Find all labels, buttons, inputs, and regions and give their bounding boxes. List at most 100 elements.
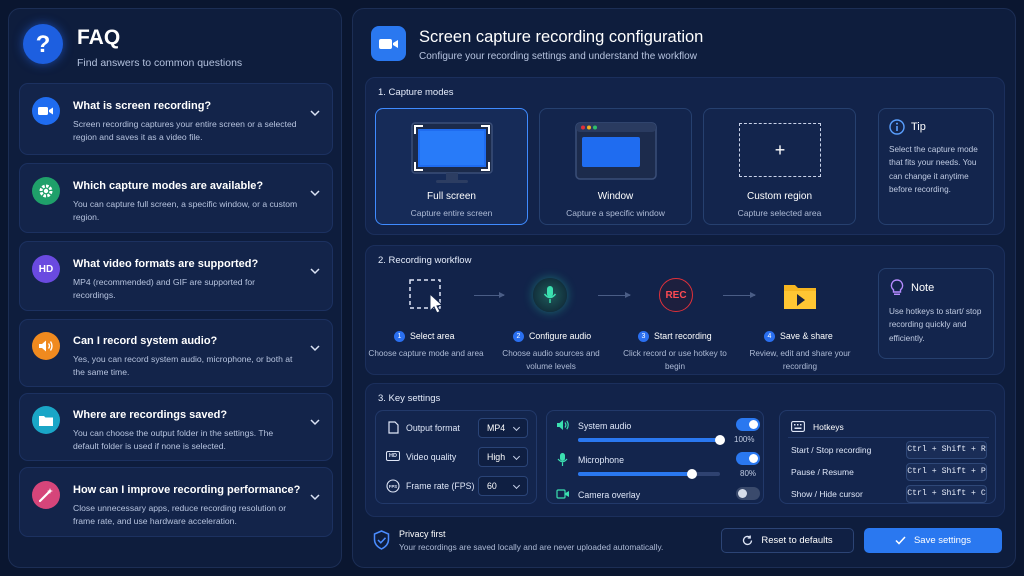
save-settings-button[interactable]: Save settings [864, 528, 1002, 553]
privacy-text: Your recordings are saved locally and ar… [399, 542, 664, 552]
system-audio-toggle[interactable] [736, 418, 760, 431]
arrow-right-icon [723, 292, 756, 298]
note-title: Note [911, 282, 935, 294]
privacy-title: Privacy first [399, 529, 446, 539]
faq-item-performance[interactable]: How can I improve recording performance?… [19, 467, 333, 537]
mode-desc: Capture entire screen [410, 208, 493, 218]
arrow-right-icon [598, 292, 631, 298]
camera-overlay-toggle[interactable] [736, 487, 760, 500]
step-desc: Click record or use hotkey to begin [623, 349, 727, 371]
page-title: Screen capture recording configuration [419, 28, 704, 46]
microphone-toggle[interactable] [736, 452, 760, 465]
video-quality-select[interactable]: High [478, 447, 528, 467]
shield-icon [373, 530, 390, 550]
chevron-down-icon[interactable] [310, 345, 320, 352]
faq-answer: Close unnecessary apps, reduce recording… [73, 503, 287, 526]
faq-answer: Yes, you can record system audio, microp… [73, 354, 293, 377]
chevron-down-icon[interactable] [310, 110, 320, 117]
mode-name: Custom region [746, 191, 813, 202]
gear-icon [32, 177, 60, 205]
workflow-step-3: 3 Start recording [638, 331, 712, 342]
output-settings-card: Output format MP4 HD Video quality High … [375, 410, 537, 504]
svg-text:?: ? [36, 31, 51, 58]
folder-play-icon [782, 281, 818, 311]
mode-name: Full screen [427, 191, 476, 202]
workflow-step-1: 1 Select area [394, 331, 455, 342]
faq-subtitle: Find answers to common questions [77, 57, 243, 69]
mode-full-screen[interactable]: Full screen Capture entire screen [375, 108, 528, 225]
faq-question: How can I improve recording performance? [73, 484, 301, 496]
hotkey-label: Start / Stop recording [791, 445, 872, 455]
workflow-step-4: 4 Save & share [764, 331, 833, 342]
workflow-step-2: 2 Configure audio [513, 331, 591, 342]
info-icon [889, 119, 905, 135]
faq-item-video-formats[interactable]: HD What video formats are supported? MP4… [19, 241, 333, 311]
fps-icon: FPS [386, 479, 400, 493]
select-area-icon [409, 279, 445, 313]
faq-item-screen-recording[interactable]: What is screen recording? Screen recordi… [19, 83, 333, 155]
frame-rate-select[interactable]: 60 [478, 476, 528, 496]
section-title: 3. Key settings [378, 393, 441, 404]
reset-defaults-button[interactable]: Reset to defaults [721, 528, 854, 553]
chevron-down-icon[interactable] [310, 419, 320, 426]
slider-knob[interactable] [686, 469, 697, 479]
tip-title: Tip [911, 121, 926, 133]
speaker-icon [556, 419, 570, 431]
system-audio-slider[interactable] [578, 435, 725, 445]
slider-knob[interactable] [715, 435, 725, 445]
question-mark-icon: ? [23, 24, 63, 64]
file-icon [388, 421, 399, 434]
faq-question: What is screen recording? [73, 100, 212, 112]
section-title: 2. Recording workflow [378, 255, 472, 266]
hotkey-keys[interactable]: Ctrl + Shift + R [906, 441, 987, 459]
record-icon: REC [659, 278, 693, 312]
folder-icon [32, 406, 60, 434]
mode-desc: Capture selected area [737, 208, 822, 218]
microphone-label: Microphone [578, 455, 624, 465]
hotkey-keys[interactable]: Ctrl + Shift + P [906, 463, 987, 481]
window-icon [574, 121, 658, 181]
camera-overlay-label: Camera overlay [578, 490, 641, 500]
hotkeys-title: Hotkeys [813, 422, 844, 432]
note-card: Note Use hotkeys to start/ stop recordin… [878, 268, 994, 359]
faq-answer: You can capture full screen, a specific … [73, 199, 298, 222]
video-quality-label: Video quality [406, 452, 457, 462]
tip-text: Select the capture mode that fits your n… [889, 145, 978, 194]
mode-desc: Capture a specific window [566, 208, 665, 218]
divider [788, 437, 989, 438]
chevron-down-icon[interactable] [310, 268, 320, 275]
hotkey-keys[interactable]: Ctrl + Shift + C [906, 485, 987, 503]
faq-answer: You can choose the output folder in the … [73, 428, 274, 451]
microphone-slider[interactable] [578, 469, 720, 479]
reset-icon [743, 535, 753, 546]
hd-icon: HD [32, 255, 60, 283]
faq-title: FAQ [77, 26, 121, 49]
mode-name: Window [597, 191, 634, 202]
faq-item-recordings-saved[interactable]: Where are recordings saved? You can choo… [19, 393, 333, 461]
faq-question: What video formats are supported? [73, 258, 259, 270]
faq-answer: MP4 (recommended) and GIF are supported … [73, 277, 255, 300]
video-camera-icon [371, 26, 406, 61]
key-settings-section: 3. Key settings Output format MP4 HD Vid… [365, 383, 1005, 517]
microphone-icon [533, 278, 567, 312]
svg-text:FPS: FPS [389, 484, 397, 489]
slider-fill [578, 438, 720, 442]
hotkey-label: Pause / Resume [791, 467, 854, 477]
audio-settings-card: System audio 100% Microphone 80% Camera … [546, 410, 764, 504]
output-format-select[interactable]: MP4 [478, 418, 528, 438]
slider-fill [578, 472, 692, 476]
output-format-label: Output format [406, 423, 460, 433]
faq-item-system-audio[interactable]: Can I record system audio? Yes, you can … [19, 319, 333, 387]
lightbulb-icon [890, 279, 904, 297]
chevron-down-icon[interactable] [310, 494, 320, 501]
faq-item-capture-modes[interactable]: Which capture modes are available? You c… [19, 163, 333, 233]
region-select-icon: + [739, 123, 821, 177]
mode-custom-region[interactable]: + Custom region Capture selected area [703, 108, 856, 225]
mode-window[interactable]: Window Capture a specific window [539, 108, 692, 225]
hotkey-label: Show / Hide cursor [791, 489, 863, 499]
monitor-icon [410, 121, 494, 187]
frame-rate-label: Frame rate (FPS) [406, 481, 475, 491]
faq-question: Can I record system audio? [73, 335, 218, 347]
page-subtitle: Configure your recording settings and un… [419, 51, 697, 62]
chevron-down-icon[interactable] [310, 190, 320, 197]
